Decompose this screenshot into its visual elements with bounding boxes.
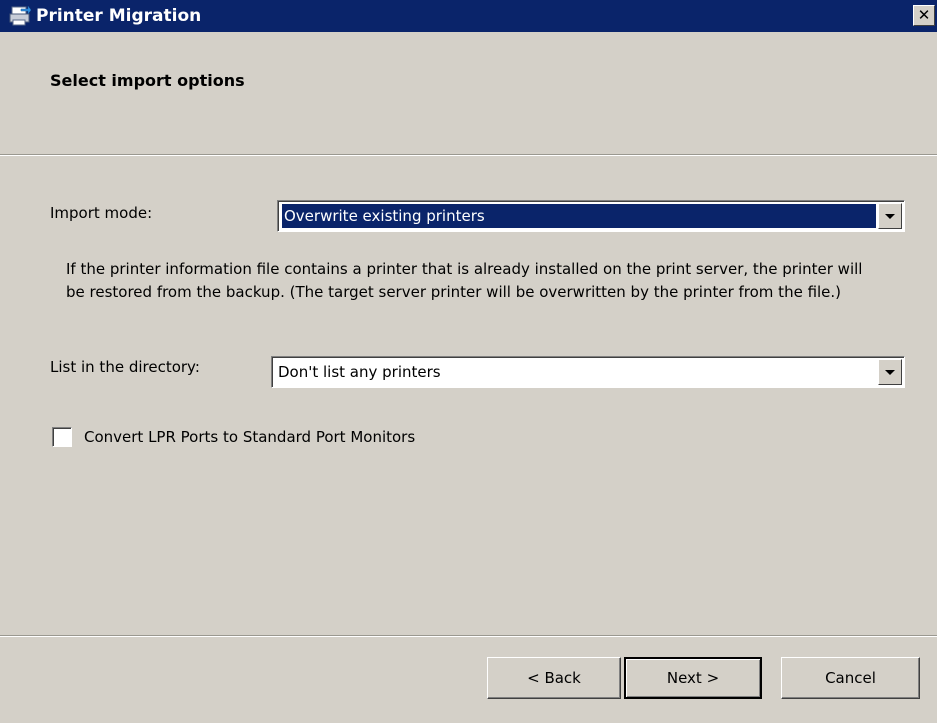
- chevron-down-icon: [885, 369, 895, 375]
- footer-separator: [0, 635, 937, 637]
- directory-dropdown[interactable]: Don't list any printers: [271, 356, 905, 388]
- import-mode-dropdown-button[interactable]: [878, 203, 902, 229]
- close-button[interactable]: ✕: [913, 5, 935, 26]
- back-button[interactable]: < Back: [487, 657, 621, 699]
- header-separator: [0, 154, 937, 156]
- chevron-down-icon: [885, 213, 895, 219]
- page-title: Select import options: [50, 71, 245, 90]
- import-mode-value: Overwrite existing printers: [282, 204, 876, 228]
- wizard-header: Select import options: [0, 32, 937, 154]
- window-title: Printer Migration: [36, 6, 202, 26]
- next-button[interactable]: Next >: [624, 657, 762, 699]
- directory-label: List in the directory:: [50, 358, 200, 376]
- import-mode-description: If the printer information file contains…: [66, 260, 863, 301]
- import-mode-dropdown[interactable]: Overwrite existing printers: [277, 200, 905, 232]
- import-mode-label: Import mode:: [50, 204, 153, 222]
- printer-migration-icon: [9, 6, 31, 26]
- directory-value: Don't list any printers: [278, 363, 441, 381]
- convert-lpr-label[interactable]: Convert LPR Ports to Standard Port Monit…: [84, 428, 415, 446]
- cancel-button[interactable]: Cancel: [781, 657, 920, 699]
- title-bar[interactable]: Printer Migration ✕: [0, 0, 937, 32]
- directory-dropdown-button[interactable]: [878, 359, 902, 385]
- close-icon: ✕: [917, 6, 931, 24]
- convert-lpr-checkbox[interactable]: [52, 427, 72, 447]
